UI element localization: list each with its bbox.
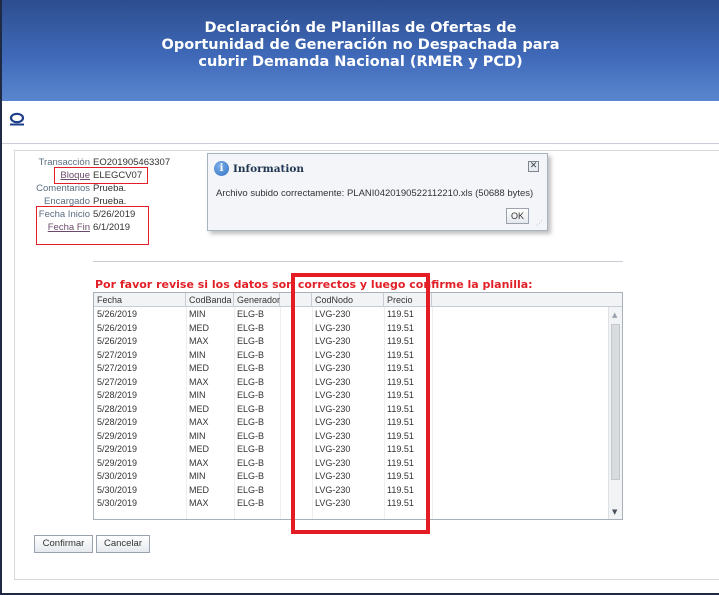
oracle-ring-icon bbox=[9, 112, 25, 126]
table-cell-codbanda: MIN bbox=[189, 349, 206, 360]
table-cell-generador: ELG-B bbox=[237, 471, 265, 481]
table-cell-codbanda: MIN bbox=[189, 430, 206, 441]
dialog-title: Information bbox=[233, 163, 304, 175]
table-cell-generador: ELG-B bbox=[237, 322, 265, 333]
table-cell-codbanda: MAX bbox=[189, 417, 209, 427]
table-cell-codbanda: MIN bbox=[189, 390, 206, 400]
table-cell-fecha: 5/26/2019 bbox=[97, 336, 138, 346]
table-cell-fecha: 5/29/2019 bbox=[97, 444, 138, 454]
information-dialog[interactable]: i Information ✕ Archivo subido correctam… bbox=[207, 153, 548, 231]
table-cell-codbanda: MAX bbox=[189, 457, 209, 468]
table-cell-fecha: 5/26/2019 bbox=[97, 309, 138, 319]
table-cell-fecha: 5/30/2019 bbox=[97, 471, 138, 481]
close-icon[interactable]: ✕ bbox=[528, 161, 539, 172]
column-header-generador[interactable]: Generador bbox=[234, 293, 280, 307]
section-divider bbox=[93, 261, 623, 262]
title-line-2: Oportunidad de Generación no Despachada … bbox=[161, 37, 560, 53]
title-line-3: cubrir Demanda Nacional (RMER y PCD) bbox=[198, 54, 523, 70]
table-cell-fecha: 5/28/2019 bbox=[97, 403, 138, 414]
table-cell-generador: ELG-B bbox=[237, 403, 265, 414]
scroll-up-icon[interactable]: ▲ bbox=[612, 311, 617, 319]
column-header-fecha[interactable]: Fecha bbox=[94, 293, 186, 307]
table-cell-fecha: 5/29/2019 bbox=[97, 457, 138, 468]
table-cell-generador: ELG-B bbox=[237, 417, 265, 427]
table-cell-codbanda: MAX bbox=[189, 376, 209, 387]
table-cell-fecha: 5/28/2019 bbox=[97, 417, 138, 427]
table-cell-generador: ELG-B bbox=[237, 457, 265, 468]
highlight-box-fechas bbox=[36, 206, 149, 245]
table-cell-fecha: 5/30/2019 bbox=[97, 484, 138, 495]
highlight-box-bloque bbox=[54, 167, 148, 184]
highlight-box-codnodo bbox=[291, 273, 430, 534]
table-cell-fecha: 5/26/2019 bbox=[97, 322, 138, 333]
table-cell-codbanda: MED bbox=[189, 444, 209, 454]
page-header: Declaración de Planillas de Ofertas de O… bbox=[2, 0, 719, 101]
column-header-codbanda[interactable]: CodBanda bbox=[186, 293, 234, 307]
table-cell-generador: ELG-B bbox=[237, 363, 265, 373]
field-comentarios: Comentarios Prueba. bbox=[36, 183, 126, 195]
header-divider bbox=[2, 143, 719, 144]
table-cell-generador: ELG-B bbox=[237, 336, 265, 346]
confirm-button[interactable]: Confirmar bbox=[34, 535, 93, 553]
table-cell-generador: ELG-B bbox=[237, 309, 265, 319]
table-cell-generador: ELG-B bbox=[237, 484, 265, 495]
table-cell-fecha: 5/27/2019 bbox=[97, 363, 138, 373]
info-icon: i bbox=[214, 161, 229, 176]
table-cell-generador: ELG-B bbox=[237, 390, 265, 400]
table-cell-codbanda: MED bbox=[189, 484, 209, 495]
table-cell-codbanda: MAX bbox=[189, 498, 209, 508]
table-cell-codbanda: MIN bbox=[189, 471, 206, 481]
scroll-down-icon[interactable]: ▼ bbox=[612, 508, 617, 516]
table-cell-generador: ELG-B bbox=[237, 444, 265, 454]
page-title: Declaración de Planillas de Ofertas de O… bbox=[2, 20, 719, 71]
title-line-1: Declaración de Planillas de Ofertas de bbox=[204, 20, 517, 36]
table-cell-fecha: 5/27/2019 bbox=[97, 349, 138, 360]
dialog-message: Archivo subido correctamente: PLANI04201… bbox=[216, 188, 534, 199]
table-cell-generador: ELG-B bbox=[237, 430, 265, 441]
scroll-thumb[interactable] bbox=[611, 324, 620, 480]
table-cell-fecha: 5/27/2019 bbox=[97, 376, 138, 387]
resize-grip-icon[interactable]: ⋰ bbox=[536, 219, 544, 227]
table-cell-codbanda: MAX bbox=[189, 336, 209, 346]
field-value: Prueba. bbox=[93, 183, 127, 194]
table-cell-generador: ELG-B bbox=[237, 376, 265, 387]
table-cell-fecha: 5/29/2019 bbox=[97, 430, 138, 441]
table-cell-codbanda: MED bbox=[189, 403, 209, 414]
table-cell-generador: ELG-B bbox=[237, 349, 265, 360]
vertical-scrollbar[interactable]: ▲ ▼ bbox=[608, 307, 622, 519]
table-cell-generador: ELG-B bbox=[237, 498, 265, 508]
cancel-button[interactable]: Cancelar bbox=[96, 535, 150, 553]
table-cell-fecha: 5/30/2019 bbox=[97, 498, 138, 508]
table-cell-codbanda: MED bbox=[189, 322, 209, 333]
table-cell-fecha: 5/28/2019 bbox=[97, 390, 138, 400]
table-cell-codbanda: MED bbox=[189, 363, 209, 373]
field-label: Comentarios bbox=[36, 183, 90, 194]
ok-button[interactable]: OK bbox=[506, 208, 529, 224]
table-cell-codbanda: MIN bbox=[189, 309, 206, 319]
